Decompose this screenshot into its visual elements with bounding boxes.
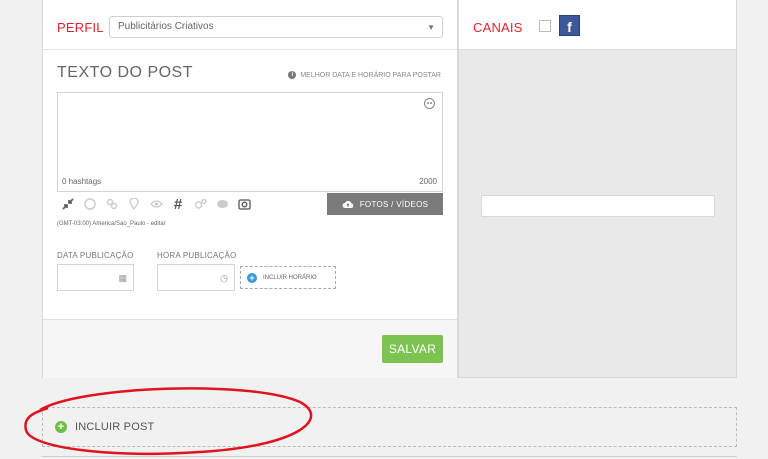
char-count: 2000: [419, 177, 437, 186]
post-toolbar: # FOTOS / VÍDEOS: [57, 193, 443, 215]
save-button[interactable]: SALVAR: [382, 335, 443, 363]
hashtag-count: 0 hashtags: [62, 177, 102, 186]
add-time-button[interactable]: + INCLUIR HORÁRIO: [240, 266, 336, 289]
time-input[interactable]: ◷: [157, 264, 235, 291]
perfil-row: PERFIL Publicitários Criativos ▼: [43, 0, 457, 50]
dollar-icon[interactable]: [79, 193, 101, 215]
emoji-icon[interactable]: [424, 98, 435, 109]
camera-icon[interactable]: [233, 193, 255, 215]
channels-panel: CANAIS f: [458, 0, 737, 378]
compress-icon[interactable]: [57, 193, 79, 215]
info-icon: i: [288, 71, 297, 79]
composer-footer: SALVAR: [43, 319, 457, 378]
calendar-icon: ▦: [118, 273, 127, 283]
perfil-select-value: Publicitários Criativos: [118, 21, 214, 32]
plus-icon: +: [247, 272, 257, 283]
perfil-label: PERFIL: [57, 20, 104, 35]
channel-checkbox[interactable]: [539, 20, 551, 32]
post-text-input[interactable]: 0 hashtags 2000: [57, 92, 443, 192]
include-post-label: INCLUIR POST: [75, 421, 155, 433]
location-icon[interactable]: [123, 193, 145, 215]
time-label: HORA PUBLICAÇÃO: [157, 251, 237, 260]
cloud-upload-icon: [342, 200, 354, 208]
link-icon[interactable]: [101, 193, 123, 215]
comment-icon[interactable]: [211, 193, 233, 215]
include-post-button[interactable]: + INCLUIR POST: [42, 407, 737, 447]
channels-label: CANAIS: [473, 20, 523, 35]
hashtag-icon[interactable]: #: [167, 193, 189, 215]
app-root: PERFIL Publicitários Criativos ▼ TEXTO D…: [0, 0, 768, 459]
post-composer-panel: PERFIL Publicitários Criativos ▼ TEXTO D…: [42, 0, 458, 378]
add-time-label: INCLUIR HORÁRIO: [263, 274, 317, 281]
channel-input[interactable]: [481, 195, 715, 217]
perfil-select[interactable]: Publicitários Criativos ▼: [109, 16, 443, 38]
settings-icon[interactable]: [189, 193, 211, 215]
facebook-icon[interactable]: f: [559, 15, 580, 36]
best-time-tip[interactable]: i MELHOR DATA E HORÁRIO PARA POSTAR: [288, 71, 441, 79]
date-input[interactable]: ▦: [57, 264, 134, 291]
clock-icon: ◷: [220, 273, 228, 283]
plus-icon: +: [55, 421, 67, 433]
fotos-videos-button[interactable]: FOTOS / VÍDEOS: [327, 193, 443, 215]
fotos-videos-label: FOTOS / VÍDEOS: [359, 199, 429, 209]
eye-icon[interactable]: [145, 193, 167, 215]
timezone-text[interactable]: (GMT-03:00) America/Sao_Paulo - editar: [57, 221, 166, 227]
best-time-tip-label: MELHOR DATA E HORÁRIO PARA POSTAR: [300, 71, 441, 79]
post-title: TEXTO DO POST: [57, 64, 193, 81]
date-label: DATA PUBLICAÇÃO: [57, 251, 134, 260]
chevron-down-icon: ▼: [427, 23, 435, 32]
channels-header: CANAIS f: [459, 0, 736, 50]
